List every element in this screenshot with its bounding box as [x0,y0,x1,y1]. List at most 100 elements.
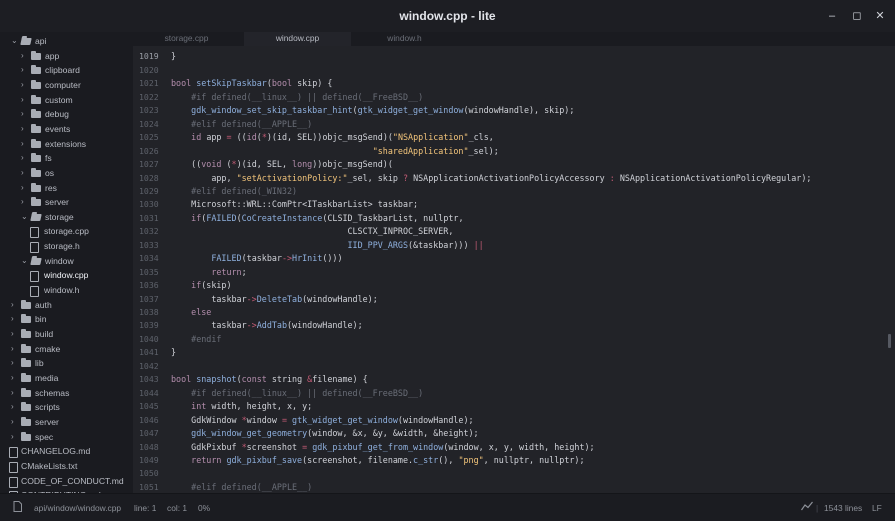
sidebar-folder[interactable]: › fs [0,153,133,167]
line-number: 1043 [139,374,159,385]
tab-window-cpp[interactable]: window.cpp [244,32,351,46]
sidebar-folder[interactable]: › server [0,197,133,211]
sidebar-folder[interactable]: › clipboard [0,65,133,79]
code-line[interactable]: bool setSkipTaskbar(bool skip) { [171,78,332,92]
code-line[interactable]: #elif defined(_WIN32) [171,186,297,200]
code-line[interactable]: ((void (*)(id, SEL, long))objc_msgSend)( [171,159,393,173]
maximize-button[interactable]: ◻ [846,6,868,26]
code-line[interactable]: return gdk_pixbuf_save(screenshot, filen… [171,455,584,469]
sidebar-file[interactable]: storage.h [0,241,133,255]
code-line[interactable]: else [171,307,211,321]
sidebar-folder[interactable]: › server [0,416,133,431]
code-line[interactable]: "sharedApplication"_sel); [171,146,499,160]
code-line[interactable]: taskbar->DeleteTab(windowHandle); [171,294,377,308]
status-column: col: 1 [167,503,188,513]
sidebar-folder[interactable]: › debug [0,109,133,123]
code-line[interactable]: Microsoft::WRL::ComPtr<ITaskbarList> tas… [171,199,418,213]
title-bar[interactable]: window.cpp - lite – ◻ ✕ [0,0,895,33]
sidebar-folder[interactable]: › lib [0,358,133,372]
sidebar-folder[interactable]: › spec [0,431,133,446]
sidebar-folder[interactable]: › app [0,50,133,65]
code-line[interactable]: gdk_window_set_skip_taskbar_hint(gtk_wid… [171,105,574,119]
sidebar-file[interactable]: window.h [0,285,133,299]
sidebar-folder[interactable]: › build [0,329,133,343]
minimize-button[interactable]: – [821,6,843,26]
code-line[interactable]: int width, height, x, y; [171,401,312,415]
chevron-right-icon[interactable]: › [21,65,29,74]
code-line[interactable]: taskbar->AddTab(windowHandle); [171,320,362,334]
sidebar-file[interactable]: CODE_OF_CONDUCT.md [0,476,133,490]
file-tree-sidebar: ⌄ api › app › clipboard › computer › custom › debug… [0,32,133,493]
chevron-right-icon[interactable]: › [11,300,19,309]
editor-scrollbar-thumb[interactable] [888,334,891,348]
code-line[interactable]: #elif defined(__APPLE__) [171,119,312,133]
sidebar-folder[interactable]: › custom [0,94,133,109]
chevron-right-icon[interactable]: › [11,388,19,397]
chevron-right-icon[interactable]: › [11,329,19,338]
sidebar-file[interactable]: storage.cpp [0,226,133,240]
code-line[interactable]: GdkWindow *window = gtk_widget_get_windo… [171,415,473,429]
chevron-right-icon[interactable]: › [21,197,29,206]
code-line[interactable]: gdk_window_get_geometry(window, &x, &y, … [171,428,478,442]
chevron-right-icon[interactable]: › [21,139,29,148]
sidebar-file[interactable]: window.cpp [0,270,133,284]
sidebar-file[interactable]: CHANGELOG.md [0,446,133,460]
tab-storage-cpp[interactable]: storage.cpp [133,32,240,46]
code-editor[interactable]: 1018101910201021102210231024102510261027… [133,46,895,493]
code-line[interactable]: #if defined(__linux__) || defined(__Free… [171,92,423,106]
chevron-down-icon[interactable]: ⌄ [21,256,29,265]
status-separator: | [816,503,819,513]
sidebar-folder[interactable]: › res [0,182,133,197]
chevron-right-icon[interactable]: › [11,373,19,382]
code-line[interactable]: app, "setActivationPolicy:"_sel, skip ? … [171,173,811,187]
code-line[interactable]: #endif [171,334,221,348]
chevron-right-icon[interactable]: › [21,80,29,89]
code-line[interactable]: GdkPixbuf *screenshot = gdk_pixbuf_get_f… [171,442,594,456]
chevron-right-icon[interactable]: › [21,168,29,177]
sidebar-folder[interactable]: › cmake [0,343,133,358]
sidebar-folder[interactable]: › bin [0,314,133,328]
line-chart-icon[interactable] [801,501,813,513]
sidebar-file[interactable]: CMakeLists.txt [0,461,133,475]
code-line[interactable]: } [171,347,176,361]
sidebar-folder[interactable]: ⌄ storage [0,212,133,226]
chevron-right-icon[interactable]: › [21,124,29,133]
code-line[interactable]: if(FAILED(CoCreateInstance(CLSID_Taskbar… [171,213,463,227]
sidebar-folder[interactable]: › events [0,123,133,138]
sidebar-folder[interactable]: › scripts [0,402,133,416]
code-line[interactable]: FAILED(taskbar->HrInit())) [171,253,342,267]
chevron-right-icon[interactable]: › [21,153,29,162]
code-line[interactable]: IID_PPV_ARGS(&taskbar))) || [171,240,483,254]
sidebar-folder[interactable]: › computer [0,79,133,94]
sidebar-folder[interactable]: › extensions [0,138,133,153]
line-number: 1030 [139,199,159,210]
code-line[interactable]: id app = ((id(*)(id, SEL))objc_msgSend)(… [171,132,494,146]
code-line[interactable]: } [171,51,176,65]
code-line[interactable]: #if defined(__linux__) || defined(__Free… [171,388,423,402]
code-line[interactable]: CLSCTX_INPROC_SERVER, [171,226,453,240]
sidebar-folder[interactable]: › media [0,372,133,387]
chevron-down-icon[interactable]: ⌄ [21,212,29,221]
chevron-right-icon[interactable]: › [11,314,19,323]
chevron-right-icon[interactable]: › [11,417,19,426]
chevron-right-icon[interactable]: › [21,109,29,118]
chevron-right-icon[interactable]: › [11,432,19,441]
chevron-right-icon[interactable]: › [11,358,19,367]
chevron-right-icon[interactable]: › [21,51,29,60]
chevron-right-icon[interactable]: › [21,95,29,104]
code-line[interactable]: #elif defined(__APPLE__) [171,482,312,493]
code-line[interactable]: return; [171,267,246,281]
sidebar-folder[interactable]: › schemas [0,387,133,402]
sidebar-folder[interactable]: › os [0,167,133,182]
code-line[interactable]: bool snapshot(const string &filename) { [171,374,368,388]
sidebar-folder[interactable]: › auth [0,299,133,314]
chevron-right-icon[interactable]: › [11,344,19,353]
sidebar-folder[interactable]: ⌄ api [0,36,133,50]
chevron-down-icon[interactable]: ⌄ [11,36,19,45]
sidebar-folder[interactable]: ⌄ window [0,256,133,270]
chevron-right-icon[interactable]: › [11,402,19,411]
code-line[interactable]: if(skip) [171,280,231,294]
chevron-right-icon[interactable]: › [21,183,29,192]
tab-window-h[interactable]: window.h [351,32,458,46]
close-button[interactable]: ✕ [869,6,891,26]
